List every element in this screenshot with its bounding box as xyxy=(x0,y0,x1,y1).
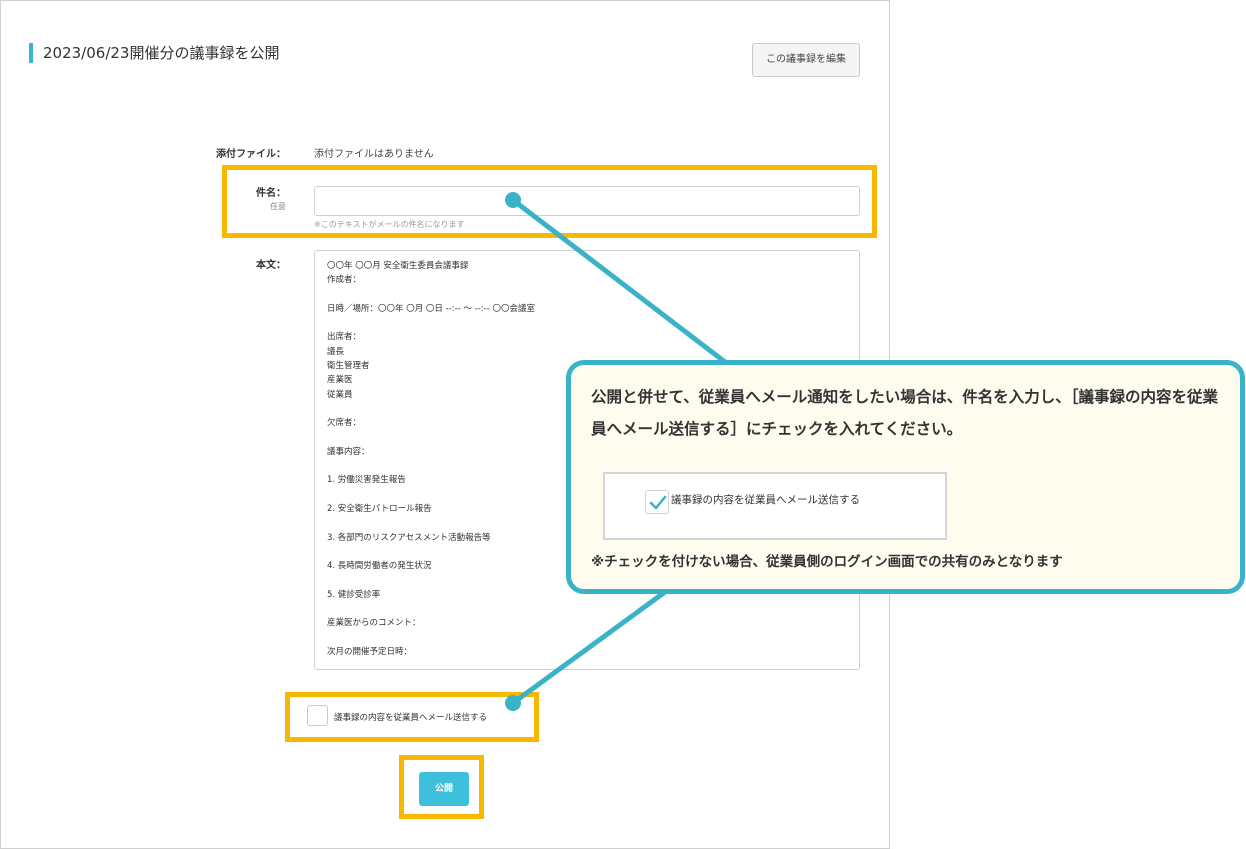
body-line: 産業医からのコメント： xyxy=(327,618,421,629)
attachment-label: 添付ファイル： xyxy=(216,149,286,160)
body-line: 出席者： xyxy=(327,332,362,343)
checkbox-highlight-frame xyxy=(285,692,539,742)
body-line xyxy=(327,631,847,645)
subject-highlight-frame xyxy=(222,165,877,238)
body-line: 作成者： xyxy=(327,275,362,286)
body-line xyxy=(327,316,847,330)
callout-note: ※チェックを付けない場合、従業員側のログイン画面での共有のみとなります xyxy=(591,554,1063,570)
example-checkbox-label: 議事録の内容を従業員へメール送信する xyxy=(671,494,860,506)
body-label: 本文： xyxy=(256,260,286,271)
body-line: 〇〇年 〇〇月 安全衛生委員会議事録 xyxy=(327,261,469,271)
attachment-value: 添付ファイルはありません xyxy=(314,149,434,160)
edit-minutes-button[interactable]: この議事録を編集 xyxy=(752,43,860,77)
body-line: 日時／場所：〇〇年 〇月 〇日 --:-- ～ --:-- 〇〇会議室 xyxy=(327,303,535,314)
checkmark-icon xyxy=(649,495,667,510)
page-title: 2023/06/23開催分の議事録を公開 xyxy=(29,43,279,63)
body-line xyxy=(327,288,847,302)
instruction-callout: 公開と併せて、従業員へメール通知をしたい場合は、件名を入力し、［議事録の内容を従… xyxy=(566,360,1245,594)
body-line: 議長 xyxy=(327,346,345,357)
publish-highlight-frame xyxy=(399,755,484,819)
body-line xyxy=(327,602,847,616)
callout-text: 公開と併せて、従業員へメール通知をしたい場合は、件名を入力し、［議事録の内容を従… xyxy=(591,388,1218,438)
example-checkbox xyxy=(645,490,669,514)
example-checkbox-box: 議事録の内容を従業員へメール送信する xyxy=(603,472,947,540)
body-line: 次月の開催予定日時： xyxy=(327,647,413,658)
